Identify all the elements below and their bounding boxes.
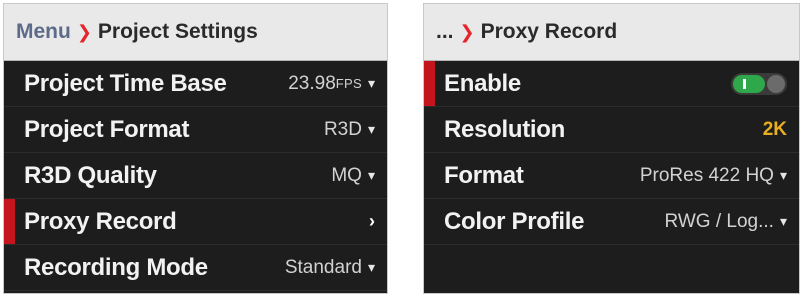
menu-item-recording-mode[interactable]: Recording Mode Standard ▾ xyxy=(4,245,387,291)
breadcrumb-separator-icon: ❯ xyxy=(76,21,92,42)
enable-toggle[interactable] xyxy=(731,72,787,95)
menu-item-label: Project Format xyxy=(24,115,190,143)
breadcrumb-separator-icon: ❯ xyxy=(459,21,475,42)
breadcrumb: Menu ❯ Project Settings xyxy=(4,4,387,61)
menu-item-label: Enable xyxy=(444,69,521,97)
menu-item-label: Color Profile xyxy=(444,207,585,235)
menu-item-proxy-record[interactable]: Proxy Record › xyxy=(4,199,387,245)
menu-item-label: Format xyxy=(444,161,524,189)
menu-item-value: Standard ▾ xyxy=(285,257,375,279)
breadcrumb-back[interactable]: ... xyxy=(436,20,454,44)
recording-mode-value: Standard xyxy=(284,256,362,278)
project-format-value: R3D xyxy=(323,118,362,140)
menu-item-label: Recording Mode xyxy=(24,253,208,281)
menu-item-value: MQ ▾ xyxy=(331,165,375,187)
color-profile-value: RWG / Log... xyxy=(664,210,774,232)
menu-item-enable[interactable]: Enable xyxy=(424,61,799,107)
menu-item-resolution[interactable]: Resolution 2K xyxy=(424,107,799,153)
menu-item-label: R3D Quality xyxy=(24,161,157,189)
dropdown-icon: ▾ xyxy=(367,167,375,183)
toggle-on-track xyxy=(733,74,765,93)
dropdown-icon: ▾ xyxy=(779,213,787,229)
menu-item-project-time-base[interactable]: Project Time Base 23.98 FPS ▾ xyxy=(4,61,387,107)
time-base-value: 23.98 xyxy=(288,72,336,94)
menu-item-format[interactable]: Format ProRes 422 HQ ▾ xyxy=(424,153,799,199)
dropdown-icon: ▾ xyxy=(367,121,375,137)
toggle-knob xyxy=(767,74,785,93)
page-title: Project Settings xyxy=(97,20,258,43)
chevron-right-icon: › xyxy=(369,211,375,231)
menu-item-value: RWG / Log... ▾ xyxy=(665,211,788,233)
menu-item-color-profile[interactable]: Color Profile RWG / Log... ▾ xyxy=(424,199,799,245)
menu-item-label: Resolution xyxy=(444,115,565,143)
breadcrumb-menu[interactable]: Menu xyxy=(16,20,71,44)
format-value: ProRes 422 HQ xyxy=(639,164,774,186)
time-base-unit: FPS xyxy=(335,76,362,91)
menu-item-project-format[interactable]: Project Format R3D ▾ xyxy=(4,107,387,153)
menu-item-r3d-quality[interactable]: R3D Quality MQ ▾ xyxy=(4,153,387,199)
dropdown-icon: ▾ xyxy=(367,75,375,91)
breadcrumb: ... ❯ Proxy Record xyxy=(424,4,799,61)
menu-item-label: Proxy Record xyxy=(24,207,177,235)
r3d-quality-value: MQ xyxy=(331,164,362,186)
proxy-record-panel: ... ❯ Proxy Record Enable Resolution 2K … xyxy=(423,3,800,294)
menu-item-value: R3D ▾ xyxy=(324,119,375,141)
menu-item-label: Project Time Base xyxy=(24,69,227,97)
menu-item-value: ProRes 422 HQ ▾ xyxy=(640,165,787,187)
page-title: Proxy Record xyxy=(480,20,618,43)
dropdown-icon: ▾ xyxy=(779,167,787,183)
resolution-value: 2K xyxy=(762,118,787,140)
project-settings-panel: Menu ❯ Project Settings Project Time Bas… xyxy=(3,3,388,294)
menu-item-value: 23.98 FPS ▾ xyxy=(288,73,375,95)
dropdown-icon: ▾ xyxy=(367,259,375,275)
toggle-on-indicator-icon xyxy=(743,78,746,89)
